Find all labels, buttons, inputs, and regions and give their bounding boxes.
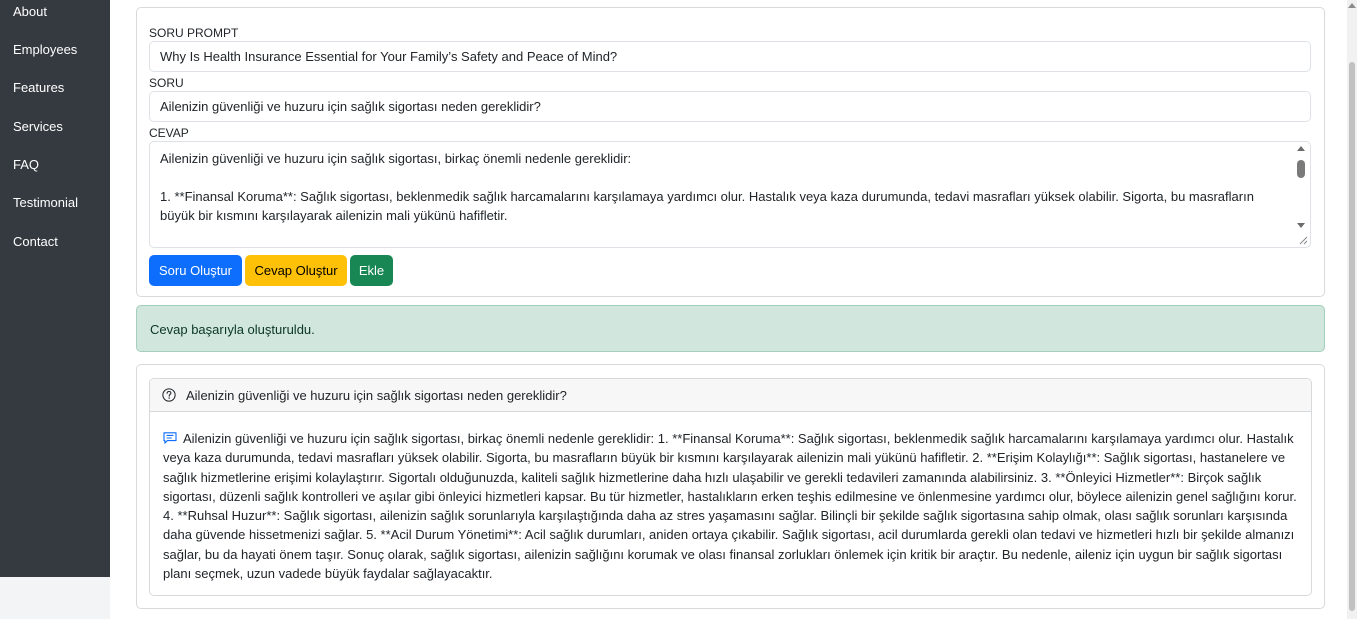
question-input[interactable]: Ailenizin güvenliği ve huzuru için sağlı… xyxy=(149,91,1311,122)
textarea-scrollbar[interactable] xyxy=(1296,146,1306,228)
page-scrollbar[interactable] xyxy=(1347,0,1357,619)
page-scroll-up-arrow-icon[interactable] xyxy=(1348,3,1356,8)
add-button[interactable]: Ekle xyxy=(350,255,393,286)
sidebar-item-services[interactable]: Services xyxy=(13,119,63,134)
answer-label: CEVAP xyxy=(149,126,189,140)
generate-question-button[interactable]: Soru Oluştur xyxy=(149,255,242,286)
chat-text-icon xyxy=(163,432,177,444)
answer-textarea-content: Ailenizin güvenliği ve huzuru için sağlı… xyxy=(160,149,1290,225)
success-alert: Cevap başarıyla oluşturuldu. xyxy=(136,305,1325,352)
question-circle-icon xyxy=(162,388,176,402)
qa-question-text: Ailenizin güvenliği ve huzuru için sağlı… xyxy=(186,388,567,403)
answer-textarea[interactable]: Ailenizin güvenliği ve huzuru için sağlı… xyxy=(149,141,1311,248)
generator-form-card: SORU PROMPT Why Is Health Insurance Esse… xyxy=(136,7,1325,297)
page-scroll-thumb[interactable] xyxy=(1349,62,1355,611)
prompt-input[interactable]: Why Is Health Insurance Essential for Yo… xyxy=(149,41,1311,72)
sidebar-item-employees[interactable]: Employees xyxy=(13,42,77,57)
sidebar: About Employees Features Services FAQ Te… xyxy=(0,0,110,577)
qa-item: Ailenizin güvenliği ve huzuru için sağlı… xyxy=(149,378,1312,596)
sidebar-item-contact[interactable]: Contact xyxy=(13,234,58,249)
scroll-up-arrow-icon[interactable] xyxy=(1297,146,1305,151)
question-label: SORU xyxy=(149,76,184,90)
answer-textarea-line: Ailenizin güvenliği ve huzuru için sağlı… xyxy=(160,151,632,166)
qa-answer-text: Ailenizin güvenliği ve huzuru için sağlı… xyxy=(163,431,1297,582)
main-content: SORU PROMPT Why Is Health Insurance Esse… xyxy=(110,0,1347,619)
qa-answer-body: Ailenizin güvenliği ve huzuru için sağlı… xyxy=(163,429,1299,583)
sidebar-item-faq[interactable]: FAQ xyxy=(13,157,39,172)
generate-answer-button[interactable]: Cevap Oluştur xyxy=(245,255,347,286)
alert-message: Cevap başarıyla oluşturuldu. xyxy=(150,322,315,337)
prompt-label: SORU PROMPT xyxy=(149,26,239,40)
scroll-thumb[interactable] xyxy=(1297,160,1305,178)
resize-handle-icon[interactable] xyxy=(1298,235,1308,245)
answer-textarea-line: 1. **Finansal Koruma**: Sağlık sigortası… xyxy=(160,189,1254,223)
sidebar-item-about[interactable]: About xyxy=(13,4,47,19)
qa-item-header[interactable]: Ailenizin güvenliği ve huzuru için sağlı… xyxy=(150,379,1311,412)
qa-list-card: Ailenizin güvenliği ve huzuru için sağlı… xyxy=(136,364,1325,609)
sidebar-item-features[interactable]: Features xyxy=(13,80,64,95)
scroll-down-arrow-icon[interactable] xyxy=(1297,223,1305,228)
sidebar-item-testimonial[interactable]: Testimonial xyxy=(13,195,78,210)
